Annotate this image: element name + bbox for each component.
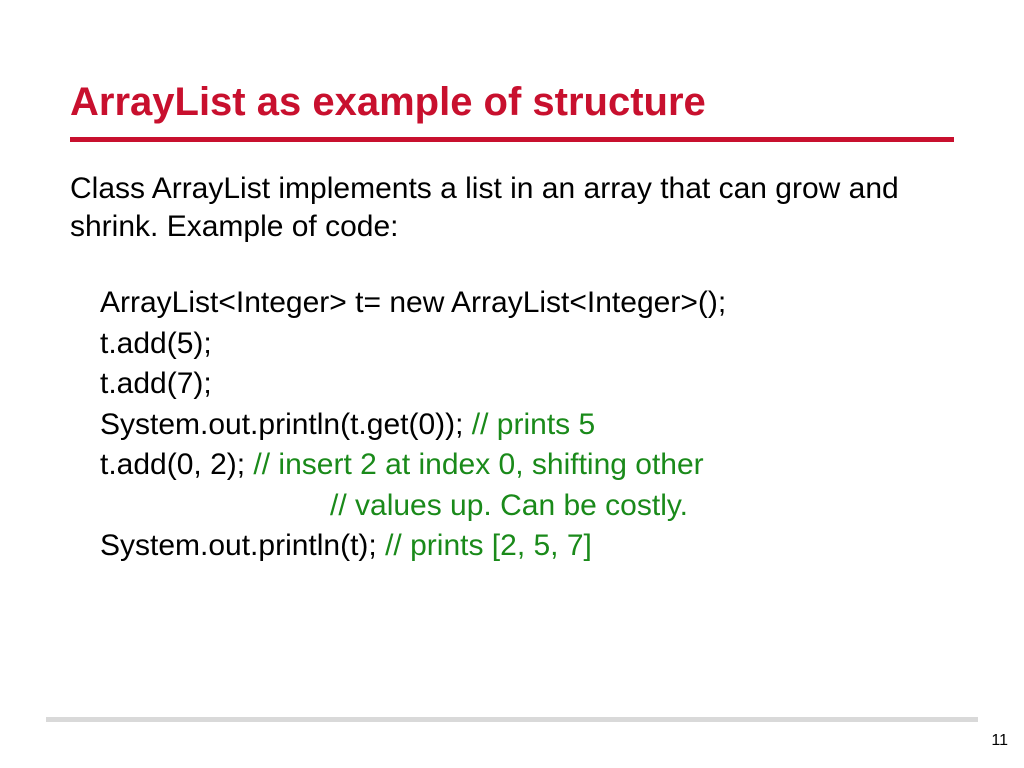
code-line-5: t.add(0, 2); // insert 2 at index 0, shi… [100,445,954,486]
intro-text: Class ArrayList implements a list in an … [70,170,954,245]
code-comment: // insert 2 at index 0, shifting other [253,448,703,481]
code-comment: // prints [2, 5, 7] [385,529,592,562]
slide-title: ArrayList as example of structure [70,80,954,125]
code-block: ArrayList<Integer> t= new ArrayList<Inte… [70,283,954,567]
code-line-4: System.out.println(t.get(0)); // prints … [100,405,954,446]
code-text: System.out.println(t.get(0)); [100,408,472,441]
code-line-1: ArrayList<Integer> t= new ArrayList<Inte… [100,283,954,324]
code-line-2: t.add(5); [100,324,954,365]
slide: ArrayList as example of structure Class … [0,0,1024,768]
code-comment: // prints 5 [472,408,595,441]
code-comment-continuation: // values up. Can be costly. [100,486,954,527]
code-line-3: t.add(7); [100,364,954,405]
footer-divider [46,717,978,722]
code-line-7: System.out.println(t); // prints [2, 5, … [100,526,954,567]
code-text: System.out.println(t); [100,529,385,562]
code-text: t.add(0, 2); [100,448,253,481]
title-divider [70,137,954,142]
page-number: 11 [991,732,1008,750]
